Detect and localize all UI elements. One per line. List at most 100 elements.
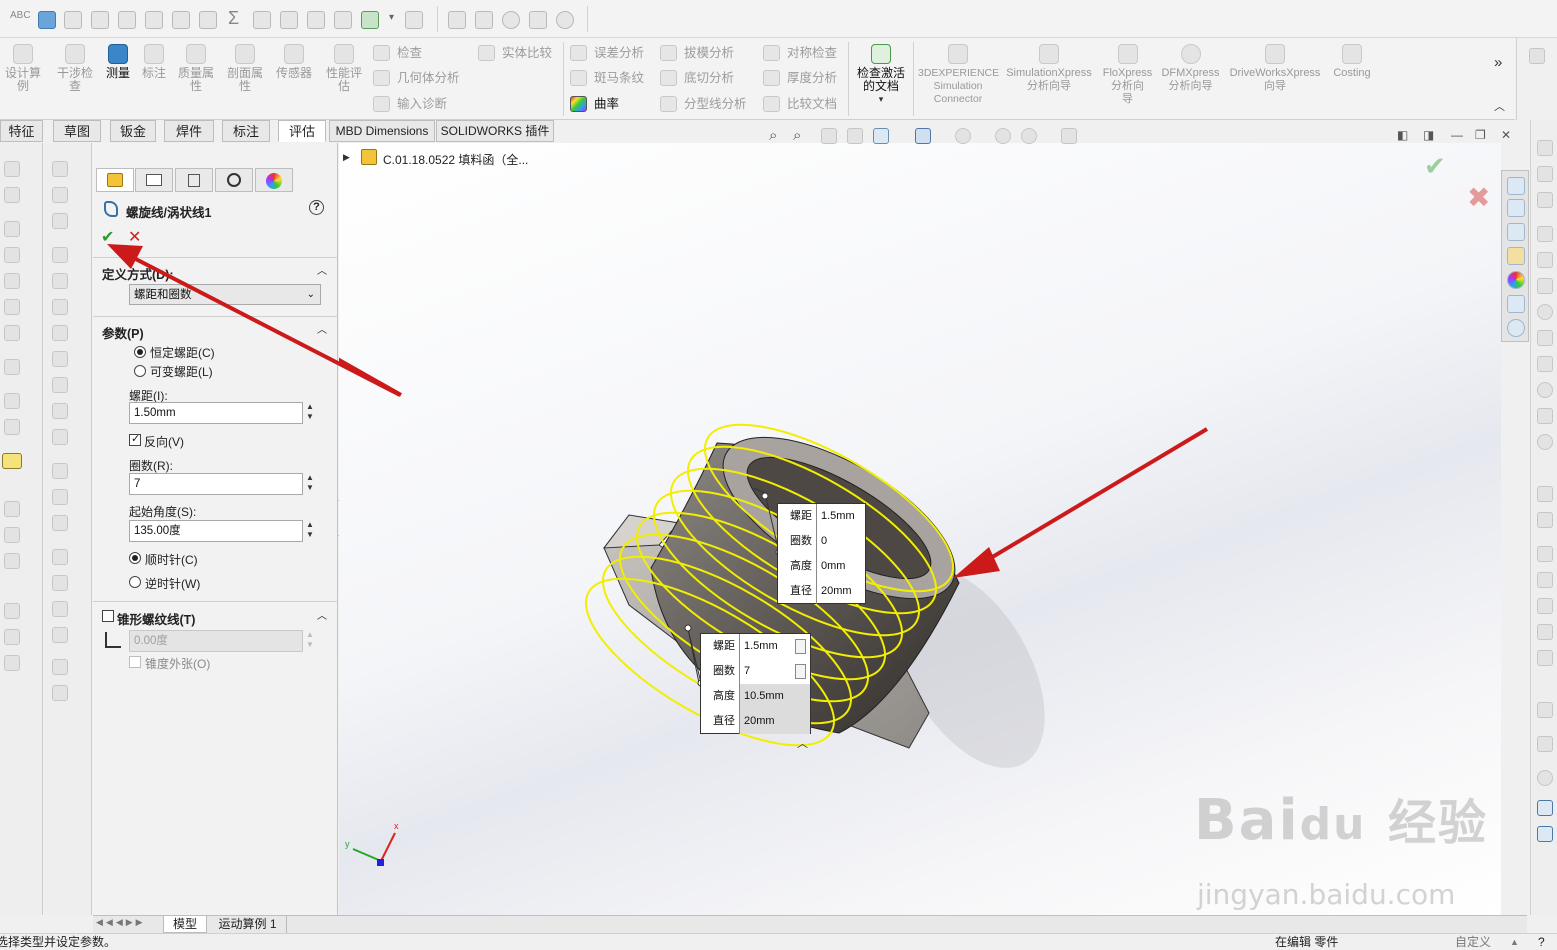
mate-icon[interactable] (4, 629, 20, 645)
knit-icon[interactable] (52, 659, 68, 675)
measure-icon[interactable] (38, 11, 56, 29)
fillet-icon[interactable] (4, 325, 20, 341)
check-active-document-button[interactable]: 检查激活 的文档 ▾ (852, 44, 910, 106)
flex-icon[interactable] (52, 575, 68, 591)
costing-button[interactable]: Costing (1326, 44, 1378, 80)
collapse-params-icon[interactable]: ︿ (317, 321, 327, 336)
solidworks-resources-icon[interactable] (1507, 319, 1525, 337)
revolve-icon[interactable] (4, 187, 20, 203)
axis-icon[interactable] (4, 527, 20, 543)
callout-collapse-icon[interactable]: ︿ (797, 735, 808, 751)
design-library-icon[interactable] (1507, 247, 1525, 265)
counterclockwise-radio[interactable] (129, 576, 141, 588)
custom-properties-icon[interactable] (1507, 295, 1525, 313)
tab-sketch[interactable]: 草图 (53, 120, 101, 142)
sum-icon[interactable]: Σ (228, 8, 239, 29)
wrap-icon[interactable] (52, 161, 68, 177)
helix-handle-bottom[interactable] (684, 624, 692, 632)
arc-icon[interactable] (1537, 330, 1553, 346)
spline-icon[interactable] (1537, 356, 1553, 372)
previous-view-icon[interactable] (821, 128, 837, 144)
shield-icon[interactable] (172, 11, 190, 29)
rib-icon[interactable] (4, 393, 20, 409)
design-study-button[interactable]: 设计算 例 (2, 44, 44, 93)
check-icon[interactable] (145, 11, 163, 29)
mirror-sketch-icon[interactable] (1537, 624, 1553, 640)
point-sketch-icon[interactable] (1537, 434, 1553, 450)
compare-icon[interactable] (253, 11, 271, 29)
close-icon[interactable]: ✕ (1501, 128, 1511, 142)
tab-scroll-icons[interactable]: ◀◀◀▶▶ (96, 917, 146, 928)
text-icon[interactable] (1537, 486, 1553, 502)
confirm-ok-icon[interactable]: ✔ (1424, 151, 1446, 182)
tile-right-icon[interactable]: ◨ (1423, 128, 1434, 142)
sketch-icon[interactable] (1537, 140, 1553, 156)
relations-icon[interactable] (1537, 736, 1553, 752)
gear-icon[interactable] (4, 655, 20, 671)
help-bubble-icon[interactable]: ? (1538, 934, 1545, 950)
symmetry-check-button[interactable]: 对称检查 (763, 44, 837, 62)
close-doc-icon[interactable] (405, 11, 423, 29)
extrude-icon[interactable] (4, 161, 20, 177)
restore-icon[interactable]: ❐ (1475, 128, 1486, 142)
corner-icon[interactable] (1537, 166, 1553, 182)
simulationxpress-button[interactable]: SimulationXpress 分析向导 (1002, 44, 1096, 93)
doc-icon[interactable] (334, 11, 352, 29)
start-angle-input[interactable]: 135.00度 (129, 520, 303, 542)
3d-content-icon[interactable] (1507, 199, 1525, 217)
start-angle-spinner[interactable]: ▲ ▼ (306, 520, 314, 540)
pattern-sketch-icon[interactable] (1537, 650, 1553, 666)
plane-sketch-icon[interactable] (1537, 512, 1553, 528)
reverse-checkbox[interactable]: ✓ (129, 433, 141, 446)
boundary-icon[interactable] (4, 273, 20, 289)
constant-pitch-radio[interactable] (134, 346, 146, 358)
check-activate-icon[interactable] (361, 11, 379, 29)
variable-pitch-radio[interactable] (134, 365, 146, 377)
tile-left-icon[interactable]: ◧ (1397, 128, 1408, 142)
draft-icon[interactable] (52, 247, 68, 263)
repair-icon[interactable] (1537, 770, 1553, 786)
measure-button[interactable]: 测量 (100, 44, 136, 80)
convert-icon[interactable] (1537, 572, 1553, 588)
sweep-icon[interactable] (4, 221, 20, 237)
thickness-analysis-button[interactable]: 厚度分析 (763, 69, 837, 87)
helix-handle-top[interactable] (761, 492, 769, 500)
coordinate-icon[interactable] (4, 553, 20, 569)
tab-features[interactable]: 特征 (0, 120, 43, 142)
globe-icon[interactable] (556, 11, 574, 29)
home-icon[interactable] (1507, 177, 1525, 195)
propertymanager-tab[interactable] (135, 168, 173, 192)
revolutions-spinner[interactable]: ▲ ▼ (306, 473, 314, 493)
shield2-icon[interactable] (199, 11, 217, 29)
draft-analysis-button[interactable]: 拔模分析 (660, 44, 734, 62)
delete-body-icon[interactable] (52, 463, 68, 479)
section-icon[interactable] (91, 11, 109, 29)
clockwise-radio[interactable] (129, 552, 141, 564)
section-view-icon[interactable] (847, 128, 863, 144)
3dexperience-connector-button[interactable]: 3DEXPERIENCE Simulation Connector (918, 44, 999, 106)
view-orientation-icon[interactable] (873, 128, 889, 144)
callout-revs-spinner[interactable] (795, 664, 806, 679)
dropdown-icon[interactable]: ▾ (389, 12, 394, 23)
ribbon-more-icon[interactable]: » (1494, 54, 1502, 71)
instant3d-icon[interactable] (2, 453, 22, 469)
section-properties-button[interactable]: 剖面属 性 (223, 44, 267, 93)
loft-icon[interactable] (4, 247, 20, 263)
tool-b-icon[interactable] (475, 11, 493, 29)
move-face-icon[interactable] (52, 299, 68, 315)
hole-icon[interactable] (52, 429, 68, 445)
compare-bodies-button[interactable]: 实体比较 (478, 44, 552, 62)
taper-checkbox[interactable] (102, 610, 114, 622)
fillet-sketch-icon[interactable] (1537, 408, 1553, 424)
confirm-cancel-icon[interactable]: ✖ (1467, 181, 1490, 214)
plane-icon[interactable] (4, 501, 20, 517)
cut-icon[interactable] (4, 299, 20, 315)
mold-icon[interactable] (52, 685, 68, 701)
collapse-ribbon-icon[interactable]: ︿ (1494, 98, 1505, 114)
mass-properties-button[interactable]: 质量属 性 (174, 44, 218, 93)
sensor-button[interactable]: 传感器 (272, 44, 316, 80)
view-settings-icon[interactable] (1061, 128, 1077, 144)
tab-mbd-dimensions[interactable]: MBD Dimensions (329, 120, 435, 142)
configurationmanager-tab[interactable] (175, 168, 213, 192)
undercut-analysis-button[interactable]: 底切分析 (660, 69, 734, 87)
